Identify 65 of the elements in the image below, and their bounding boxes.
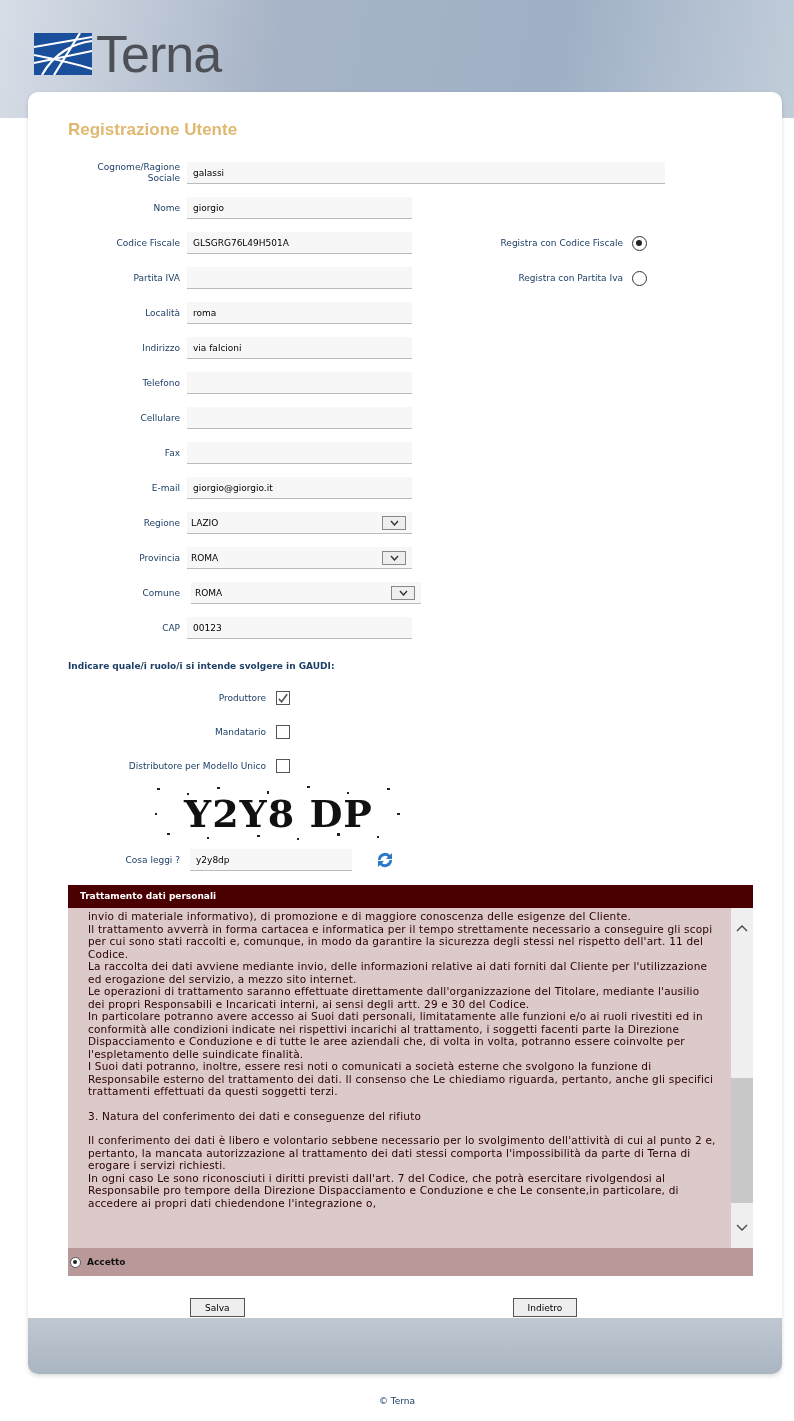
dropdown[interactable]: ROMA [187, 547, 412, 569]
chevron-down-icon[interactable] [736, 1224, 748, 1232]
input-field[interactable] [187, 372, 412, 394]
field-label: Partita IVA [132, 272, 180, 284]
scrollbar[interactable] [731, 908, 753, 1248]
field-label: Regione [142, 517, 180, 529]
field-label: Codice Fiscale [115, 237, 180, 249]
radio-button[interactable] [70, 1256, 81, 1268]
input-field[interactable] [187, 407, 412, 429]
panel-header: Trattamento dati personali [68, 885, 753, 908]
paragraph: Il trattamento avverrà in forma cartacea e informatica per il tempo strettamente necessario a conseguire gli scopi per cui sono stati raccolti e, comunque, in modo da garantire la sicurezza degli stessi nel rispetto dell'art. 11 del Codice. [88, 922, 714, 960]
input-field[interactable]: giorgio [187, 197, 412, 219]
logo-text: Terna [96, 30, 222, 78]
dropdown[interactable]: ROMA [191, 582, 421, 604]
chevron-down-icon [398, 589, 408, 596]
radio-label: Registra con Codice Fiscale [500, 238, 623, 248]
checkbox-label: Distributore per Modello Unico [128, 761, 266, 771]
chevron-up-icon[interactable] [736, 924, 748, 932]
field-label: Provincia [138, 552, 180, 564]
checkbox[interactable] [276, 725, 290, 739]
input-field[interactable]: GLSGRG76L49H501A [187, 232, 412, 254]
copyright-text: © Terna [377, 1396, 417, 1406]
paragraph: invio di materiale informativo), di promozione e di maggiore conoscenza delle esigenze del Cliente. [88, 910, 632, 923]
field-label: CAP [161, 622, 180, 634]
input-field[interactable]: via falcioni [187, 337, 412, 359]
radio-label: Accetto [87, 1257, 126, 1267]
form-button[interactable]: Salva [190, 1298, 245, 1317]
form-button[interactable]: Indietro [512, 1298, 578, 1317]
field-label: Telefono [141, 377, 180, 389]
paragraph: Le operazioni di trattamento saranno effettuate direttamente dall'organizzazione del Titolare, mediante l'ausilio dei propri Responsabili e Incaricati interni, ai sensi degli artt. 29 e 30 del Codice. [88, 985, 701, 1010]
input-field[interactable]: roma [187, 302, 412, 324]
section-heading: Indicare quale/i ruolo/i si intende svolgere in GAUDI: [68, 661, 336, 671]
input-field[interactable]: giorgio@giorgio.it [187, 477, 412, 499]
radio-button[interactable] [632, 235, 647, 251]
logo-icon [34, 33, 92, 75]
input-field[interactable] [187, 442, 412, 464]
chevron-down-icon [389, 519, 399, 526]
checkbox[interactable] [276, 691, 290, 705]
field-label: Comune [141, 587, 180, 599]
paragraph: 3. Natura del conferimento dei dati e conseguenze del rifiuto [88, 1109, 423, 1122]
field-label: Indirizzo [141, 342, 180, 354]
input-field[interactable]: galassi [187, 162, 665, 184]
page-title: Registrazione Utente [68, 120, 239, 140]
paragraph: In ogni caso Le sono riconosciuti i diritti previsti dall'art. 7 del Codice, che potrà esercitare rivolgendosi al Responsabile pro tempore della Direzione Dispacciamento e Conduzione e che Le consente,in particolare, di accedere ai propri dati chiedendone l'integrazione o, [88, 1171, 680, 1209]
radio-label: Registra con Partita Iva [518, 273, 623, 283]
dropdown[interactable]: LAZIO [187, 512, 412, 534]
field-label: Nome [152, 202, 180, 214]
input-field[interactable]: 00123 [187, 617, 412, 639]
checkbox-label: Mandatario [215, 727, 266, 737]
paragraph: La raccolta dei dati avviene mediante invio, delle informazioni relative ai dati forniti dal Cliente per l'utilizzazione ed erogazione del servizio, a mezzo sito internet. [88, 960, 709, 985]
chevron-down-icon [389, 554, 399, 561]
checkbox-label: Produttore [218, 693, 266, 703]
field-label: Fax [163, 447, 180, 459]
field-label: Cognome/Ragione Sociale [96, 162, 180, 184]
paragraph: I Suoi dati potranno, inoltre, essere resi noti o comunicati a società esterne che svolgono la funzione di Responsabile esterno del trattamento dei dati. Il consenso che Le chiediamo riguarda, pertanto, anche gli specifici trattamenti effettuati da questi soggetti terzi. [88, 1060, 715, 1098]
field-label: Cellulare [139, 412, 180, 424]
field-label: E-mail [150, 482, 180, 494]
paragraph: In particolare potranno avere accesso ai Suoi dati personali, limitatamente alle funzioni e/o ai ruoli rivestiti ed in conformità alle condizioni indicate nei rispettivi incarichi al trattamento, i soggetti facenti parte la Direzione Dispacciamento e Conduzione e di tutte le aree aziendali che, di volta in volta, potranno essere coinvolte per l'espletamento delle suindicate finalità. [88, 1010, 704, 1060]
checkbox[interactable] [276, 759, 290, 773]
field-label: Località [144, 307, 180, 319]
input-field[interactable]: y2y8dp [190, 849, 352, 871]
field-label: Cosa leggi ? [124, 854, 180, 866]
paragraph: Il conferimento dei dati è libero e volontario sebbene necessario per lo svolgimento dell'attività di cui al punto 2 e, pertanto, la mancata autorizzazione al trattamento dei dati stessi comporta l'impossibilità da parte di Terna di erogare i servizi richiesti. [88, 1134, 717, 1172]
radio-button[interactable] [632, 270, 647, 286]
input-field[interactable] [187, 267, 412, 289]
